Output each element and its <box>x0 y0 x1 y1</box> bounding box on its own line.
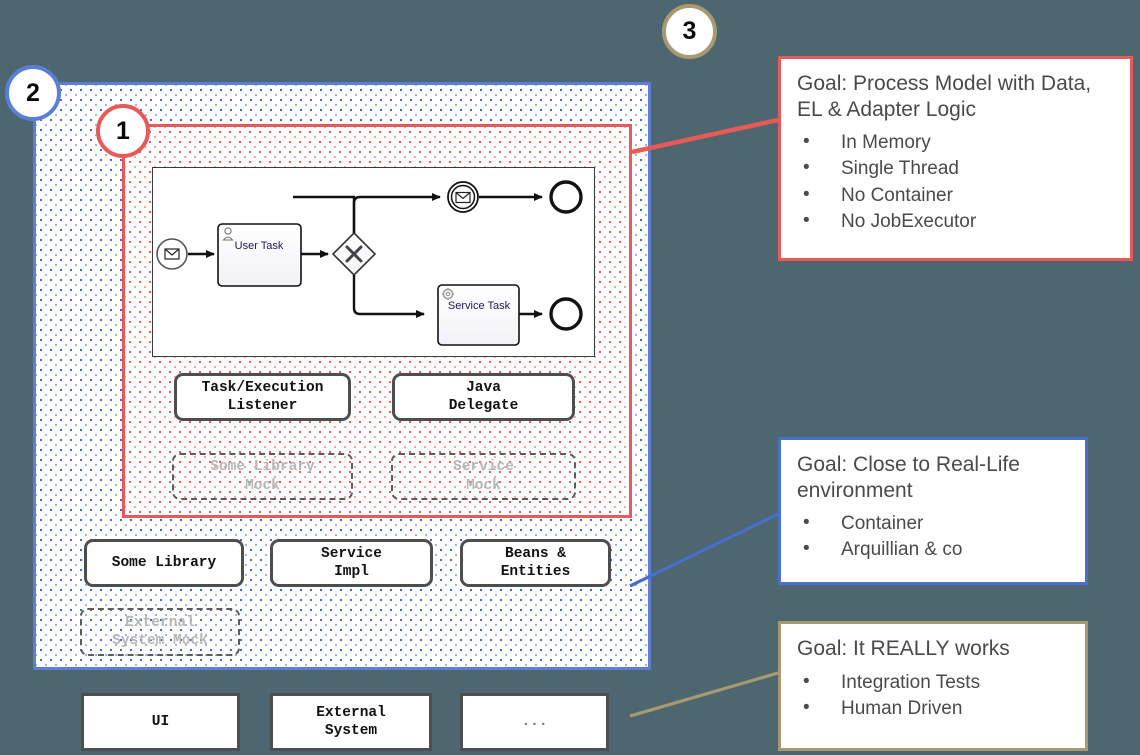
callout-list: Container Arquillian & co <box>797 510 1071 563</box>
badge-1[interactable]: 1 <box>96 104 150 158</box>
box-some-library[interactable]: Some Library <box>84 539 244 587</box>
box-beans-entities[interactable]: Beans & Entities <box>460 539 611 587</box>
callout-really-works: Goal: It REALLY works Integration Tests … <box>778 621 1088 751</box>
box-label: UI <box>151 713 170 730</box>
badge-label: 3 <box>682 17 697 45</box>
box-task-execution-listener[interactable]: Task/Execution Listener <box>174 373 351 421</box>
diagram-stage: User Task Service Task Task/Execution Li… <box>0 0 1140 755</box>
callout-title: Goal: Close to Real-Life environment <box>797 453 1020 502</box>
bpmn-end-event-top <box>549 180 583 214</box>
bpmn-service-task-label: Service Task <box>448 300 511 312</box>
box-service-mock[interactable]: Service Mock <box>391 453 576 500</box>
box-label: Some Library <box>111 554 217 571</box>
callout-title: Goal: It REALLY works <box>797 637 1010 660</box>
box-label: Service Impl <box>321 545 382 580</box>
box-more[interactable]: ... <box>460 693 609 751</box>
callout-item: No Container <box>797 182 1116 209</box>
connector-tan <box>629 671 779 718</box>
box-external-system-mock[interactable]: External System Mock <box>80 608 240 656</box>
box-label: External System Mock <box>112 614 208 649</box>
box-label: Java Delegate <box>448 379 519 414</box>
box-some-library-mock[interactable]: Some Library Mock <box>172 453 353 500</box>
box-label: External System <box>316 704 386 739</box>
callout-item: In Memory <box>797 129 1116 156</box>
box-label: Service Mock <box>453 459 514 494</box>
badge-label: 2 <box>26 78 40 107</box>
callout-process-model: Goal: Process Model with Data, EL & Adap… <box>778 56 1133 261</box>
callout-item: Container <box>797 510 1071 537</box>
box-label: ... <box>521 713 548 730</box>
callout-item: No JobExecutor <box>797 208 1116 235</box>
callout-title: Goal: Process Model with Data, EL & Adap… <box>797 72 1092 121</box>
badge-2[interactable]: 2 <box>5 65 61 121</box>
callout-item: Human Driven <box>797 695 1071 722</box>
callout-list: In Memory Single Thread No Container No … <box>797 129 1116 235</box>
badge-label: 1 <box>116 116 130 145</box>
callout-list: Integration Tests Human Driven <box>797 669 1071 722</box>
bpmn-exclusive-gateway <box>331 231 377 277</box>
box-service-impl[interactable]: Service Impl <box>270 539 433 587</box>
connector-blue <box>629 512 779 588</box>
callout-item: Arquillian & co <box>797 536 1071 563</box>
box-label: Beans & Entities <box>500 545 571 580</box>
callout-item: Integration Tests <box>797 669 1071 696</box>
bpmn-user-task-label: User Task <box>235 240 284 252</box>
connector-red <box>631 117 779 155</box>
bpmn-end-event-bottom <box>549 297 583 331</box>
bpmn-intermediate-message-event <box>447 181 479 213</box>
box-label: Task/Execution Listener <box>201 379 324 414</box>
bpmn-service-task: Service Task <box>437 284 520 346</box>
box-external-system[interactable]: External System <box>270 693 432 751</box>
box-java-delegate[interactable]: Java Delegate <box>392 373 575 421</box>
bpmn-message-start-event <box>156 238 188 270</box>
callout-real-life-environment: Goal: Close to Real-Life environment Con… <box>778 437 1088 585</box>
bpmn-diagram: User Task Service Task <box>156 180 583 346</box>
box-label: Some Library Mock <box>210 459 315 494</box>
badge-3[interactable]: 3 <box>662 4 717 59</box>
bpmn-user-task: User Task <box>217 223 302 287</box>
callout-item: Single Thread <box>797 155 1116 182</box>
box-ui[interactable]: UI <box>81 693 240 751</box>
